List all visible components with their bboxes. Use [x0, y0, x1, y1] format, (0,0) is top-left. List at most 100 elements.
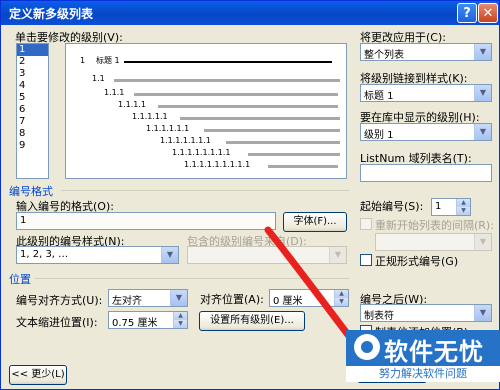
apply-to-select[interactable]: 整个列表 ▼	[360, 43, 492, 61]
text-indent-spinner[interactable]: 0.75 厘米 ▲ ▼	[108, 311, 188, 329]
preview-number: 1.1.1	[104, 88, 125, 97]
start-at-value: 1	[435, 201, 442, 212]
level-item[interactable]: 1	[17, 44, 48, 56]
preview-text: 标题 1	[96, 56, 120, 65]
level-item[interactable]: 7	[17, 116, 48, 128]
gallery-level-value: 级别 1	[364, 130, 394, 141]
chevron-down-icon: ▼	[474, 85, 491, 101]
restart-select[interactable]: ▼	[375, 233, 492, 251]
level-listbox[interactable]: 1 2 3 4 5 6 7 8 9	[16, 43, 49, 179]
watermark-logo-icon	[354, 334, 380, 360]
chevron-down-icon: ▼	[161, 247, 178, 263]
level-item[interactable]: 4	[17, 80, 48, 92]
text-indent-label: 文本缩进位置(I):	[16, 316, 98, 329]
start-at-spinner[interactable]: 1 ▲ ▼	[431, 198, 471, 216]
group-divider	[35, 278, 349, 279]
level-item[interactable]: 8	[17, 128, 48, 140]
preview-line	[226, 141, 340, 144]
level-item[interactable]: 9	[17, 140, 48, 152]
preview-line	[134, 93, 338, 96]
spin-down-icon[interactable]: ▼	[173, 320, 187, 328]
alignment-label: 编号对齐方式(U):	[16, 294, 103, 307]
preview-row: 1.1.1.1.1	[132, 112, 346, 122]
preview-row: 1.1.1.1.1.1.1.1	[172, 148, 346, 158]
preview-line	[268, 165, 338, 168]
preview-line	[204, 129, 340, 132]
spin-up-icon[interactable]: ▲	[173, 312, 187, 320]
preview-line	[114, 79, 340, 82]
aligned-at-label: 对齐位置(A):	[200, 293, 264, 306]
help-button[interactable]: ?	[457, 3, 477, 23]
chevron-down-icon: ▼	[170, 290, 187, 306]
dialog-title: 定义新多级列表	[9, 7, 94, 21]
preview-row: 1.1.1.1	[118, 100, 346, 110]
preview-row: 1.1.1.1.1.1.1	[160, 136, 346, 146]
level-item[interactable]: 2	[17, 56, 48, 68]
watermark-brand: 软件无忧	[384, 338, 484, 366]
alignment-select[interactable]: 左对齐 ▼	[108, 289, 188, 307]
preview-number: 1.1.1.1.1.1.1	[160, 136, 211, 145]
gallery-level-select[interactable]: 级别 1 ▼	[360, 123, 492, 141]
watermark-slogan: 努力解决软件问题	[346, 366, 500, 382]
listnum-field[interactable]	[360, 164, 492, 182]
number-style-select[interactable]: 1, 2, 3, … ▼	[16, 246, 179, 264]
preview-row: 1.1	[92, 74, 342, 84]
position-group-label: 位置	[9, 273, 31, 286]
preview-number: 1.1.1.1.1.1.1.1	[172, 148, 231, 157]
follow-number-value: 制表符	[364, 311, 394, 322]
spin-up-icon[interactable]: ▲	[456, 199, 470, 207]
preview-row: 1.1.1	[104, 88, 344, 98]
spin-up-icon[interactable]: ▲	[334, 290, 348, 298]
preview-number: 1.1.1.1.1.1	[146, 124, 190, 133]
spin-down-icon[interactable]: ▼	[334, 298, 348, 306]
start-at-label: 起始编号(S):	[360, 200, 424, 213]
number-format-field[interactable]: 1	[16, 212, 276, 230]
font-button[interactable]: 字体(F)...	[283, 212, 347, 232]
text-indent-value: 0.75 厘米	[112, 318, 158, 329]
chevron-down-icon: ▼	[474, 44, 491, 60]
spin-down-icon[interactable]: ▼	[456, 207, 470, 215]
preview-row: 1.1.1.1.1.1	[146, 124, 346, 134]
aligned-at-spinner[interactable]: 0 厘米 ▲ ▼	[269, 289, 349, 307]
spinner-buttons[interactable]: ▲ ▼	[334, 290, 348, 306]
preview-line	[180, 117, 340, 120]
restart-label: 重新开始列表的间隔(R):	[375, 219, 494, 232]
close-button[interactable]: ✕	[478, 3, 498, 23]
preview-number: 1.1.1.1.1	[132, 112, 168, 121]
link-style-value: 标题 1	[364, 91, 394, 102]
list-preview: 1 标题 1 1.1 1.1.1 1.1.1.1 1.1.1.1.1 1.1.1…	[65, 43, 347, 179]
level-item[interactable]: 3	[17, 68, 48, 80]
chevron-down-icon: ▼	[474, 305, 491, 321]
group-divider	[61, 190, 349, 191]
preview-line	[248, 153, 340, 156]
preview-number: 1.1.1.1.1.1.1.1.1	[184, 160, 251, 169]
number-style-value: 1, 2, 3, …	[20, 249, 69, 260]
alignment-value: 左对齐	[112, 296, 142, 307]
number-format-group-label: 编号格式	[9, 185, 53, 198]
preview-line	[158, 105, 338, 108]
aligned-at-value: 0 厘米	[273, 296, 303, 307]
watermark-banner: 软件无忧	[346, 330, 500, 366]
preview-line	[124, 61, 332, 63]
spinner-buttons[interactable]: ▲ ▼	[173, 312, 187, 328]
chevron-down-icon: ▼	[474, 234, 491, 250]
less-button[interactable]: << 更少(L)	[9, 365, 67, 385]
preview-number: 1	[80, 56, 86, 65]
restart-checkbox[interactable]	[360, 218, 372, 230]
chevron-down-icon: ▼	[329, 247, 346, 263]
set-all-levels-button[interactable]: 设置所有级别(E)...	[199, 311, 305, 331]
include-level-select[interactable]: ▼	[187, 246, 347, 264]
legal-style-checkbox[interactable]	[360, 254, 372, 266]
link-style-select[interactable]: 标题 1 ▼	[360, 84, 492, 102]
preview-row: 1.1.1.1.1.1.1.1.1	[184, 160, 346, 170]
spinner-buttons[interactable]: ▲ ▼	[456, 199, 470, 215]
preview-number: 1.1	[92, 74, 105, 83]
level-item[interactable]: 6	[17, 104, 48, 116]
preview-row: 1 标题 1	[80, 56, 340, 66]
chevron-down-icon: ▼	[474, 124, 491, 140]
title-bar[interactable]: 定义新多级列表 ? ✕	[1, 1, 499, 25]
watermark: 软件无忧 努力解决软件问题	[342, 330, 500, 390]
level-item[interactable]: 5	[17, 92, 48, 104]
follow-number-select[interactable]: 制表符 ▼	[360, 304, 492, 322]
apply-to-value: 整个列表	[364, 50, 404, 61]
